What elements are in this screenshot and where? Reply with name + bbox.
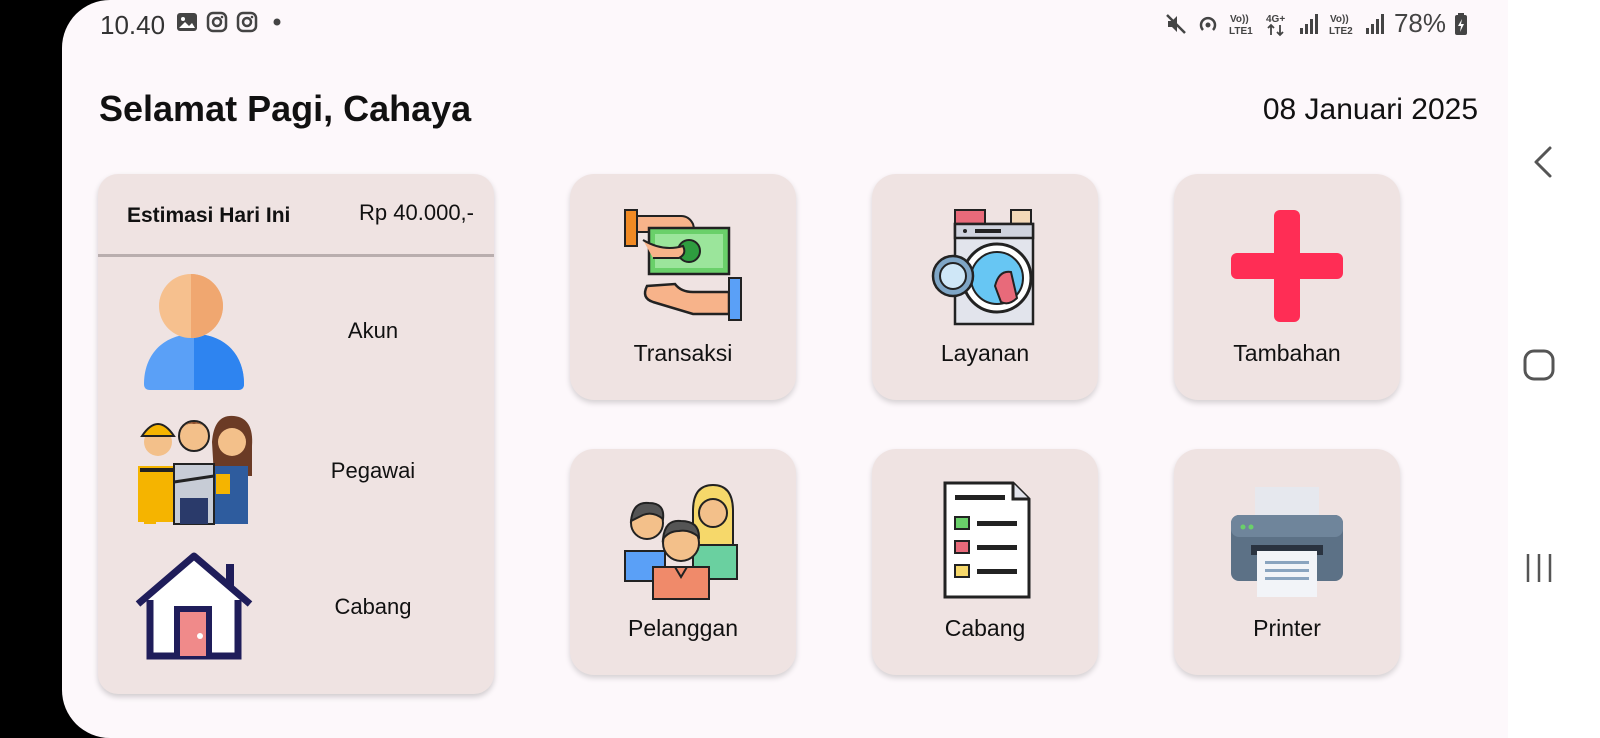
system-nav-bar <box>1508 0 1600 738</box>
tile-label: Cabang <box>944 615 1026 641</box>
employees-icon <box>138 415 253 525</box>
menu-item-label: Pegawai <box>330 458 416 483</box>
tile-cabang[interactable]: Cabang <box>872 449 1098 675</box>
svg-text:LTE2: LTE2 <box>1329 26 1353 37</box>
tile-tambahan[interactable]: Tambahan <box>1174 174 1400 400</box>
tile-label: Transaksi <box>633 340 733 366</box>
tile-label: Tambahan <box>1233 340 1341 366</box>
tile-label: Pelanggan <box>628 615 738 641</box>
battery-icon <box>1455 12 1467 35</box>
4g-icon: 4G+ <box>1266 14 1285 36</box>
svg-text:4G+: 4G+ <box>1266 14 1285 25</box>
status-right: Vo)) LTE1 4G+ Vo)) LTE2 78% <box>1164 8 1468 39</box>
back-icon[interactable] <box>1528 142 1558 182</box>
tile-layanan[interactable]: Layanan <box>872 174 1098 400</box>
menu-item-pegawai[interactable]: Pegawai <box>98 406 494 526</box>
instagram-icon <box>206 11 228 33</box>
svg-text:Vo)): Vo)) <box>1330 14 1349 25</box>
hotspot-icon <box>1199 16 1217 31</box>
status-bar: 10.40 Vo)) LTE1 4G+ Vo)) LTE2 78% <box>62 0 1508 48</box>
current-date: 08 Januari 2025 <box>1262 93 1478 126</box>
status-time: 10.40 <box>100 10 166 40</box>
washing-machine-icon <box>931 209 1035 326</box>
customers-icon <box>624 483 738 600</box>
tile-pelanggan[interactable]: Pelanggan <box>570 449 796 675</box>
gallery-icon <box>177 13 197 31</box>
tile-transaksi[interactable]: Transaksi <box>570 174 796 400</box>
volte2-icon: Vo))LTE2 <box>1329 14 1353 37</box>
plus-icon <box>1231 210 1343 322</box>
estimate-header: Estimasi Hari Ini Rp 40.000,- <box>98 174 494 257</box>
tile-label: Layanan <box>940 340 1030 366</box>
checklist-icon <box>943 481 1031 599</box>
tile-printer[interactable]: Printer <box>1174 449 1400 675</box>
svg-text:LTE1: LTE1 <box>1229 26 1253 37</box>
status-left-icons <box>176 11 288 33</box>
estimate-value: Rp 40.000,- <box>359 200 474 225</box>
app-screen: 10.40 Vo)) LTE1 4G+ Vo)) LTE2 78% Selamat … <box>62 0 1508 738</box>
menu-item-cabang[interactable]: Cabang <box>98 544 494 664</box>
estimate-label: Estimasi Hari Ini <box>127 204 291 227</box>
home-icon[interactable] <box>1520 346 1560 386</box>
recents-icon[interactable] <box>1520 548 1560 588</box>
money-transfer-icon <box>624 209 742 321</box>
tile-label: Printer <box>1253 615 1321 641</box>
menu-item-label: Akun <box>347 318 399 343</box>
battery-level: 78% <box>1393 8 1446 38</box>
house-icon <box>135 552 253 660</box>
printer-icon <box>1231 487 1343 597</box>
svg-text:Vo)): Vo)) <box>1230 14 1249 25</box>
user-icon <box>144 274 244 390</box>
summary-card: Estimasi Hari Ini Rp 40.000,- Akun Pegaw… <box>98 174 494 694</box>
menu-item-akun[interactable]: Akun <box>98 272 494 392</box>
volte1-icon: Vo))LTE1 <box>1229 14 1253 37</box>
mute-icon <box>1166 13 1186 34</box>
signal2-icon <box>1365 13 1384 34</box>
menu-item-label: Cabang <box>334 594 412 619</box>
signal1-icon <box>1299 13 1318 34</box>
instagram-icon <box>236 11 258 33</box>
greeting-title: Selamat Pagi, Cahaya <box>99 88 472 129</box>
dot-icon <box>273 18 281 26</box>
